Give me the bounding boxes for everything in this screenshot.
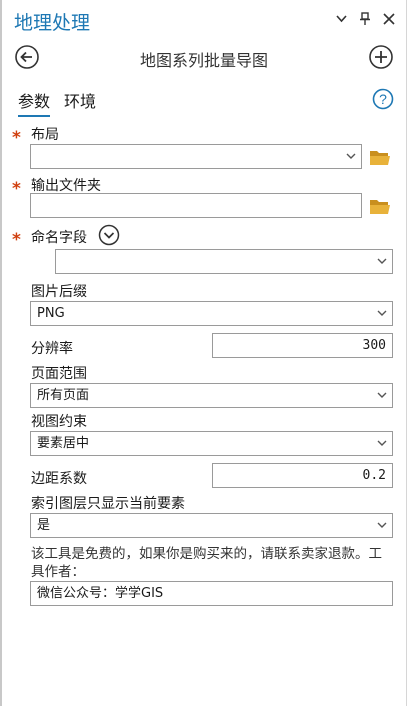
chevron-down-icon [377,440,387,446]
output-folder-label: 输出文件夹 [31,178,101,194]
naming-field-label: 命名字段 [31,230,87,246]
view-constraint-dropdown[interactable]: 要素居中 [30,431,393,456]
add-icon[interactable] [368,44,394,70]
resolution-input[interactable]: 300 [212,333,393,358]
pane-menu-chevron-icon[interactable] [334,10,348,28]
help-icon[interactable]: ? [372,88,394,110]
chevron-down-icon [346,153,356,159]
author-field[interactable]: 微信公众号：学学GIS [30,581,393,606]
geoprocessing-pane: 地理处理 地图系列批量导图 参数 环境 ? * 布局 * 输出文件夹 * 命名字… [0,0,407,706]
margin-factor-label: 边距系数 [31,471,87,487]
chevron-down-icon [377,310,387,316]
index-layer-dropdown[interactable]: 是 [30,513,393,538]
margin-factor-value: 0.2 [362,468,386,483]
tab-parameters[interactable]: 参数 [18,88,51,117]
tabs: 参数 环境 [18,88,96,117]
required-marker: * [12,128,21,148]
index-layer-label: 索引图层只显示当前要素 [31,496,185,512]
layout-label: 布局 [31,127,59,143]
chevron-down-icon [377,258,387,264]
tool-header: 地图系列批量导图 [2,42,406,76]
required-marker: * [12,230,21,250]
chevron-down-icon [377,392,387,398]
output-folder-input[interactable] [30,193,362,218]
required-marker: * [12,179,21,199]
view-constraint-label: 视图约束 [31,414,87,430]
margin-factor-input[interactable]: 0.2 [212,463,393,488]
folder-icon[interactable] [369,148,391,166]
view-constraint-value: 要素居中 [37,436,90,451]
close-icon[interactable] [382,10,396,28]
pin-icon[interactable] [358,10,372,28]
folder-icon[interactable] [369,197,391,215]
chevron-down-icon [377,522,387,528]
naming-field-dropdown[interactable] [55,249,393,274]
page-range-value: 所有页面 [37,388,90,403]
image-suffix-value: PNG [37,306,65,321]
resolution-label: 分辨率 [31,341,73,357]
pane-title: 地理处理 [14,12,91,34]
index-layer-value: 是 [37,518,51,533]
page-range-dropdown[interactable]: 所有页面 [30,383,393,408]
svg-text:?: ? [379,91,387,107]
resolution-value: 300 [362,338,386,353]
author-value: 微信公众号：学学GIS [37,586,164,601]
tool-note: 该工具是免费的，如果你是购买来的，请联系卖家退款。工具作者： [31,546,382,580]
image-suffix-label: 图片后缀 [31,284,87,300]
tab-environments[interactable]: 环境 [64,88,96,117]
image-suffix-dropdown[interactable]: PNG [30,301,393,326]
pane-titlebar: 地理处理 [2,0,406,40]
layout-dropdown[interactable] [30,144,362,169]
page-range-label: 页面范围 [31,366,87,382]
tool-title: 地图系列批量导图 [139,51,268,70]
expand-icon[interactable] [98,224,120,246]
